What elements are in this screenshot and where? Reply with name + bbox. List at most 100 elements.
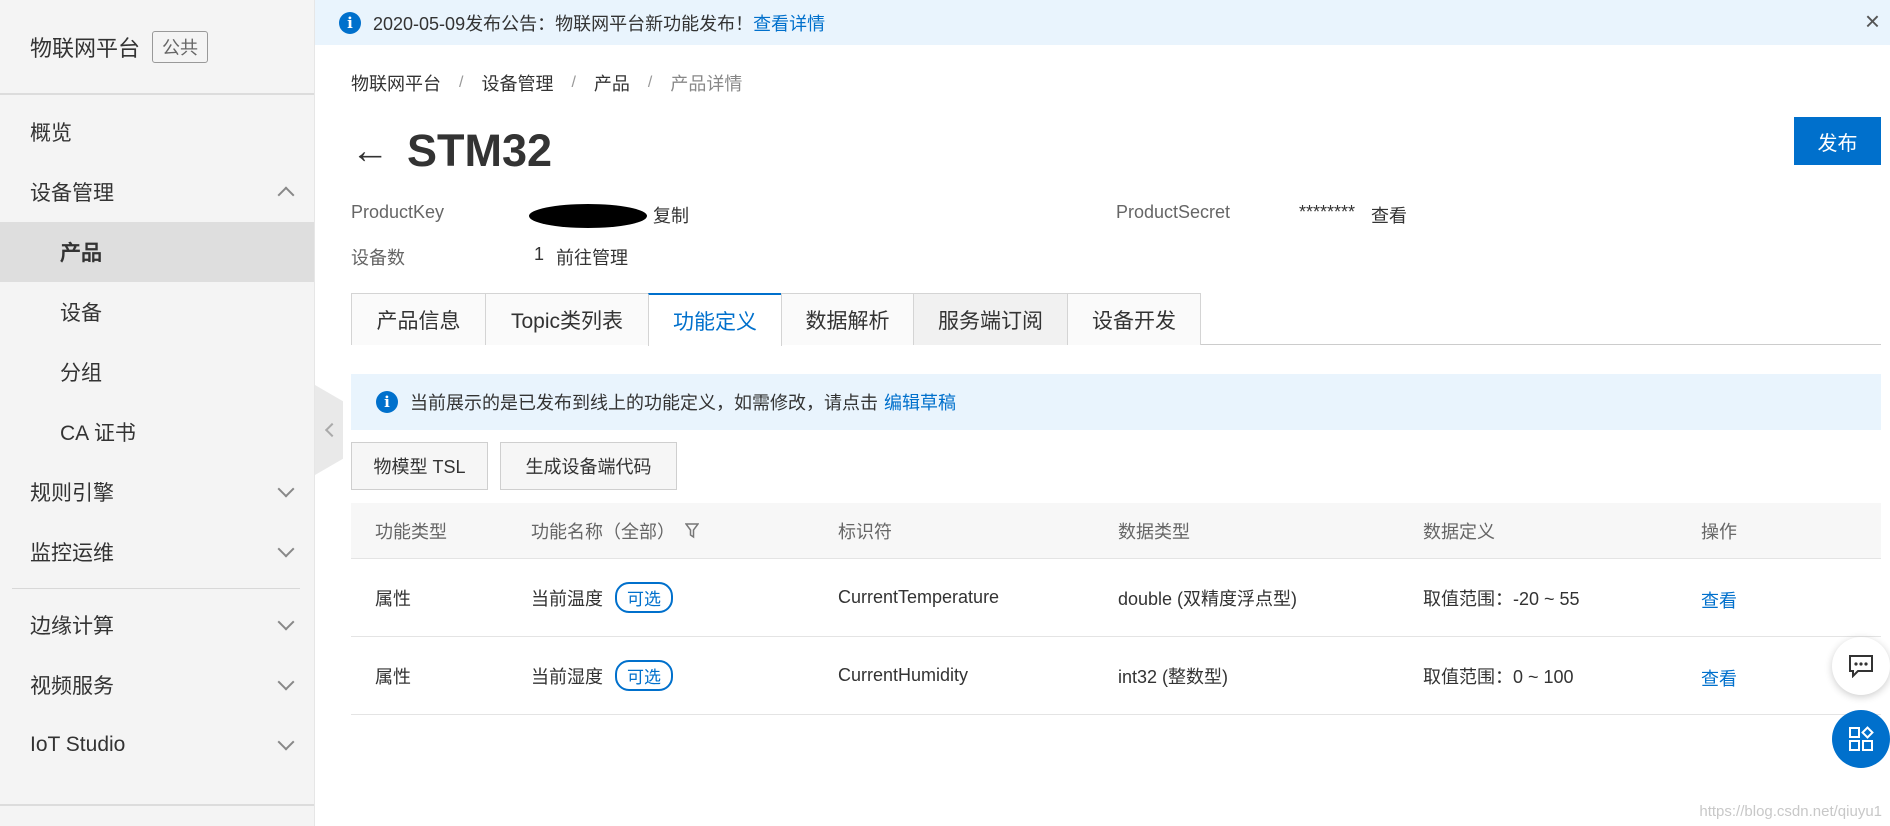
generate-code-button[interactable]: 生成设备端代码 (500, 442, 677, 490)
page-title: STM32 (407, 125, 553, 176)
sidebar-item-label: IoT Studio (30, 733, 126, 756)
sidebar-item-label: 规则引擎 (30, 482, 114, 505)
view-link[interactable]: 查看 (1701, 587, 1737, 613)
table-row: 属性 当前湿度 可选 CurrentHumidity int32 (整数型) 取… (351, 637, 1881, 715)
back-arrow-icon[interactable]: ← (351, 132, 389, 170)
tab-product-info[interactable]: 产品信息 (351, 293, 486, 345)
tab-label: 服务端订阅 (938, 309, 1043, 333)
cell-type: 属性 (375, 666, 411, 687)
view-link[interactable]: 查看 (1701, 665, 1737, 691)
breadcrumb-separator: / (459, 74, 464, 91)
info-notice: i 当前展示的是已发布到线上的功能定义，如需修改，请点击 编辑草稿 (351, 374, 1881, 430)
sidebar-item-label: 概览 (30, 122, 72, 145)
title-row: ← STM32 (351, 125, 552, 177)
breadcrumb-separator: / (571, 74, 576, 91)
chevron-up-icon (277, 186, 295, 204)
view-secret-link[interactable]: 查看 (1371, 202, 1407, 228)
cell-type: 属性 (375, 588, 411, 609)
cell-name: 当前湿度 可选 (531, 637, 838, 714)
sidebar-item-rule-engine[interactable]: 规则引擎 (0, 462, 314, 522)
product-key-redacted (529, 204, 647, 228)
breadcrumb-item[interactable]: 设备管理 (481, 70, 553, 96)
column-header: 功能名称（全部） (531, 503, 838, 558)
breadcrumb-separator: / (647, 74, 653, 91)
cell-action: 查看 (1701, 559, 1881, 636)
chat-button[interactable] (1832, 637, 1890, 695)
sidebar: 物联网平台 公共 概览 设备管理 产品 设备 分组 CA 证书 规则引擎 监控运… (0, 0, 315, 826)
table-row: 属性 当前温度 可选 CurrentTemperature double (双精… (351, 559, 1881, 637)
feature-name: 当前温度 (531, 588, 603, 609)
chevron-down-icon (277, 733, 295, 751)
product-secret-label: ProductSecret (1116, 202, 1231, 222)
sidebar-item-label: 分组 (60, 362, 102, 385)
announcement-bar: i 2020-05-09发布公告：物联网平台新功能发布！ 查看详情 × (315, 0, 1890, 45)
chat-icon (1849, 655, 1873, 678)
sidebar-item-monitoring[interactable]: 监控运维 (0, 522, 314, 582)
table-header: 功能类型 功能名称（全部） 标识符 数据类型 数据定义 操作 (351, 503, 1881, 559)
chevron-down-icon (277, 540, 295, 558)
tab-label: 产品信息 (376, 309, 461, 333)
tab-data-parsing[interactable]: 数据解析 (781, 293, 914, 345)
device-count-value: 1 (534, 244, 545, 264)
tab-topic-list[interactable]: Topic类列表 (485, 293, 649, 345)
publish-button[interactable]: 发布 (1794, 117, 1881, 165)
tab-label: 数据解析 (805, 309, 890, 333)
cell-data-type: int32 (整数型) (1118, 666, 1229, 687)
chevron-down-icon (277, 480, 295, 498)
sidebar-item-label: CA 证书 (60, 422, 136, 445)
sidebar-item-edge-computing[interactable]: 边缘计算 (0, 595, 314, 655)
region-badge[interactable]: 公共 (152, 30, 209, 63)
feature-table: 功能类型 功能名称（全部） 标识符 数据类型 数据定义 操作 属性 当前温度 可… (351, 503, 1881, 715)
sidebar-item-group[interactable]: 分组 (0, 342, 314, 402)
sidebar-item-label: 视频服务 (30, 675, 114, 698)
filter-icon[interactable] (685, 522, 699, 539)
optional-tag: 可选 (615, 660, 673, 691)
breadcrumb-item[interactable]: 物联网平台 (351, 70, 441, 96)
sidebar-item-overview[interactable]: 概览 (0, 102, 314, 162)
tab-label: 设备开发 (1092, 309, 1176, 333)
sidebar-item-iot-studio[interactable]: IoT Studio (0, 715, 314, 775)
manage-devices-link[interactable]: 前往管理 (556, 244, 628, 270)
announcement-link[interactable]: 查看详情 (753, 10, 825, 36)
copy-link[interactable]: 复制 (653, 202, 689, 228)
column-header: 数据类型 (1118, 521, 1190, 542)
column-header: 标识符 (838, 521, 892, 542)
tab-feature-definition[interactable]: 功能定义 (648, 293, 782, 346)
sidebar-item-device-management[interactable]: 设备管理 (0, 162, 314, 222)
sidebar-item-ca-cert[interactable]: CA 证书 (0, 402, 314, 462)
sidebar-item-label: 监控运维 (30, 542, 114, 565)
breadcrumb-current: 产品详情 (670, 74, 743, 94)
product-key-label: ProductKey (351, 202, 445, 222)
sidebar-divider (12, 588, 300, 589)
sidebar-item-label: 边缘计算 (30, 615, 114, 638)
tab-label: Topic类列表 (510, 309, 624, 333)
announcement-text: 2020-05-09发布公告：物联网平台新功能发布！ (373, 13, 754, 34)
info-icon: i (376, 391, 398, 413)
info-icon: i (339, 11, 361, 34)
cell-data-type: double (双精度浮点型) (1118, 588, 1298, 609)
tab-device-development[interactable]: 设备开发 (1067, 293, 1201, 345)
breadcrumb-item[interactable]: 产品 (594, 70, 630, 96)
column-header: 功能类型 (375, 521, 447, 542)
tab-server-subscription[interactable]: 服务端订阅 (913, 293, 1068, 345)
tsl-button[interactable]: 物模型 TSL (351, 442, 488, 490)
cell-identifier: CurrentTemperature (838, 587, 1000, 607)
close-icon[interactable]: × (1865, 8, 1880, 34)
chevron-down-icon (277, 613, 295, 631)
cell-definition: 取值范围：-20 ~ 55 (1423, 588, 1580, 609)
sidebar-item-product[interactable]: 产品 (0, 222, 314, 282)
sidebar-item-label: 设备管理 (30, 182, 114, 205)
sidebar-item-video-service[interactable]: 视频服务 (0, 655, 314, 715)
optional-tag: 可选 (615, 582, 673, 613)
column-header: 数据定义 (1423, 521, 1495, 542)
brand: 物联网平台 公共 (0, 0, 314, 95)
sidebar-item-device[interactable]: 设备 (0, 282, 314, 342)
cell-definition: 取值范围：0 ~ 100 (1423, 666, 1574, 687)
apps-button[interactable] (1832, 710, 1890, 768)
sidebar-collapse-handle[interactable] (315, 385, 343, 475)
edit-draft-link[interactable]: 编辑草稿 (884, 389, 956, 415)
watermark: https://blog.csdn.net/qiuyu1 (1699, 803, 1882, 820)
sidebar-item-label: 产品 (60, 242, 102, 265)
sidebar-nav: 概览 设备管理 产品 设备 分组 CA 证书 规则引擎 监控运维 边缘计算 视频… (0, 95, 314, 775)
chevron-left-icon (324, 422, 340, 438)
